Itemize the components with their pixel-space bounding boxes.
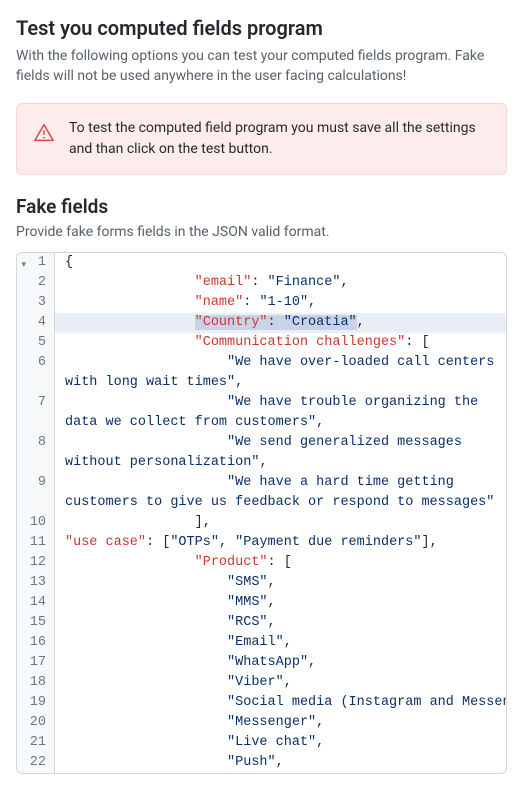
code-content[interactable]: "name": "1-10",	[55, 293, 506, 313]
code-line[interactable]: 10 ],	[17, 513, 506, 533]
code-content[interactable]: "Country": "Croatia",	[55, 313, 506, 333]
line-number: 13	[17, 573, 55, 593]
line-number: 21	[17, 733, 55, 753]
line-number: 12	[17, 553, 55, 573]
warning-alert: To test the computed field program you m…	[16, 103, 507, 175]
code-content[interactable]: "Email",	[55, 633, 506, 653]
code-line[interactable]: 19 "Social media (Instagram and Messenge…	[17, 693, 506, 713]
code-line[interactable]: 21 "Live chat",	[17, 733, 506, 753]
fake-fields-subtitle: Provide fake forms fields in the JSON va…	[16, 222, 507, 242]
code-content[interactable]: "SMS",	[55, 573, 506, 593]
line-number: 20	[17, 713, 55, 733]
code-content[interactable]: "Messenger",	[55, 713, 506, 733]
line-number: 6	[17, 353, 55, 393]
line-number: 1▾	[17, 253, 55, 273]
code-line[interactable]: 6 "We have over-loaded call centers with…	[17, 353, 506, 393]
fold-toggle-icon[interactable]: ▾	[21, 255, 26, 275]
code-content[interactable]: "We have over-loaded call centers with l…	[55, 353, 506, 393]
code-content[interactable]: "use case": ["OTPs", "Payment due remind…	[55, 533, 506, 553]
line-number: 9	[17, 473, 55, 513]
code-line[interactable]: 4 "Country": "Croatia",	[17, 313, 506, 333]
code-line[interactable]: 20 "Messenger",	[17, 713, 506, 733]
line-number: 3	[17, 293, 55, 313]
code-line[interactable]: 11"use case": ["OTPs", "Payment due remi…	[17, 533, 506, 553]
code-content[interactable]: "We have trouble organizing the data we …	[55, 393, 506, 433]
code-content[interactable]: "RCS",	[55, 613, 506, 633]
json-code-editor[interactable]: 1▾{2 "email": "Finance",3 "name": "1-10"…	[16, 252, 507, 774]
code-line[interactable]: 15 "RCS",	[17, 613, 506, 633]
line-number: 5	[17, 333, 55, 353]
code-line[interactable]: 5 "Communication challenges": [	[17, 333, 506, 353]
code-line[interactable]: 17 "WhatsApp",	[17, 653, 506, 673]
warning-icon	[33, 122, 55, 144]
warning-text: To test the computed field program you m…	[69, 118, 490, 160]
code-line[interactable]: 2 "email": "Finance",	[17, 273, 506, 293]
line-number: 16	[17, 633, 55, 653]
line-number: 8	[17, 433, 55, 473]
code-content[interactable]: "WhatsApp",	[55, 653, 506, 673]
code-line[interactable]: 8 "We send generalized messages without …	[17, 433, 506, 473]
section-subtitle: With the following options you can test …	[16, 46, 507, 87]
line-number: 22	[17, 753, 55, 773]
line-number: 17	[17, 653, 55, 673]
line-number: 4	[17, 313, 55, 333]
code-content[interactable]: "email": "Finance",	[55, 273, 506, 293]
code-content[interactable]: "Viber",	[55, 673, 506, 693]
line-number: 7	[17, 393, 55, 433]
code-line[interactable]: 18 "Viber",	[17, 673, 506, 693]
code-line[interactable]: 22 "Push",	[17, 753, 506, 773]
code-content[interactable]: "MMS",	[55, 593, 506, 613]
code-content[interactable]: "Product": [	[55, 553, 506, 573]
code-content[interactable]: ],	[55, 513, 506, 533]
line-number: 14	[17, 593, 55, 613]
code-line[interactable]: 16 "Email",	[17, 633, 506, 653]
code-line[interactable]: 14 "MMS",	[17, 593, 506, 613]
code-content[interactable]: "Push",	[55, 753, 506, 773]
code-line[interactable]: 7 "We have trouble organizing the data w…	[17, 393, 506, 433]
line-number: 11	[17, 533, 55, 553]
code-line[interactable]: 1▾{	[17, 253, 506, 273]
code-line[interactable]: 13 "SMS",	[17, 573, 506, 593]
line-number: 15	[17, 613, 55, 633]
code-line[interactable]: 3 "name": "1-10",	[17, 293, 506, 313]
fake-fields-title: Fake fields	[16, 195, 507, 218]
code-content[interactable]: "We have a hard time getting customers t…	[55, 473, 506, 513]
line-number: 10	[17, 513, 55, 533]
line-number: 19	[17, 693, 55, 713]
code-line[interactable]: 9 "We have a hard time getting customers…	[17, 473, 506, 513]
section-title: Test you computed fields program	[16, 16, 507, 40]
code-content[interactable]: "Live chat",	[55, 733, 506, 753]
code-content[interactable]: {	[55, 253, 506, 273]
code-content[interactable]: "Social media (Instagram and Messenger)"…	[55, 693, 506, 713]
line-number: 18	[17, 673, 55, 693]
code-content[interactable]: "Communication challenges": [	[55, 333, 506, 353]
line-number: 2	[17, 273, 55, 293]
code-line[interactable]: 12 "Product": [	[17, 553, 506, 573]
code-content[interactable]: "We send generalized messages without pe…	[55, 433, 506, 473]
